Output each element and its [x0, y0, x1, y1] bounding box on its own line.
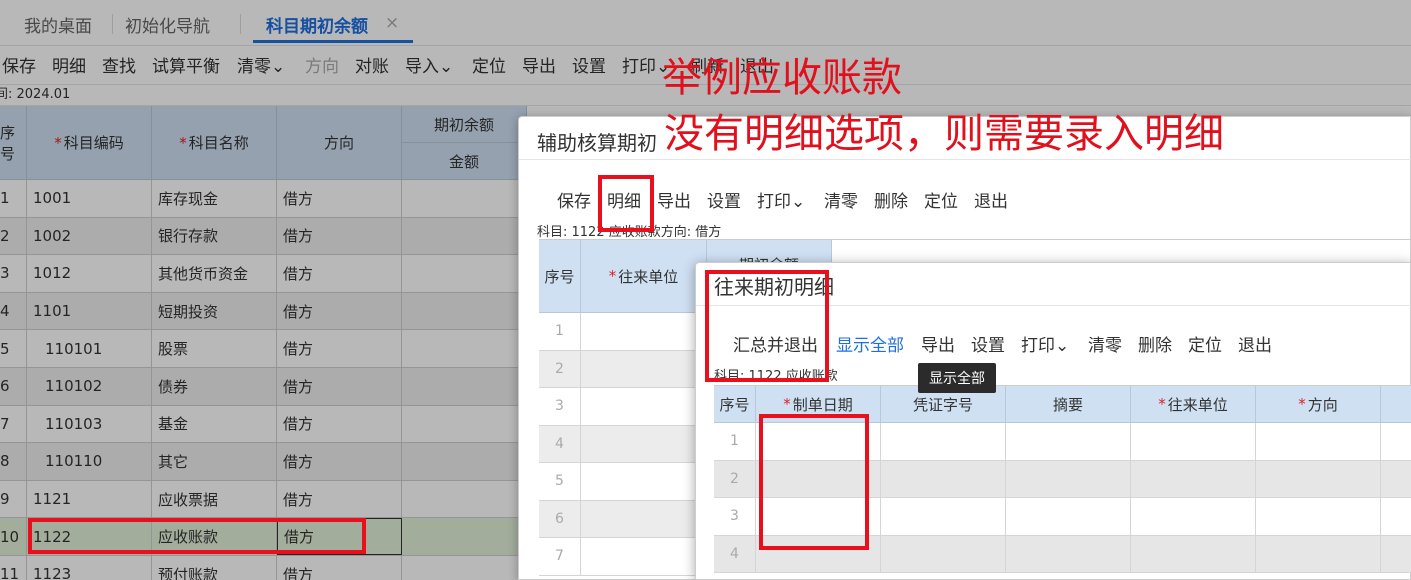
- table-cell[interactable]: [1381, 461, 1411, 498]
- header-summary: 摘要: [1006, 386, 1131, 423]
- table-cell[interactable]: [1006, 460, 1131, 498]
- highlight-box: [28, 518, 366, 554]
- settings-button[interactable]: 设置: [707, 187, 741, 212]
- delete-button[interactable]: 删除: [1138, 331, 1172, 356]
- table-cell[interactable]: [1131, 423, 1256, 460]
- dialog-title: 辅助核算期初: [537, 131, 657, 155]
- row-number: 3: [539, 388, 581, 425]
- table-cell[interactable]: [1381, 498, 1411, 535]
- row-number: 2: [714, 460, 756, 498]
- clear-button[interactable]: 清零: [1088, 331, 1122, 356]
- row-number: 4: [539, 425, 581, 462]
- row-number: 5: [539, 463, 581, 500]
- table-cell[interactable]: [1006, 498, 1131, 535]
- row-number: 7: [539, 538, 581, 575]
- locate-button[interactable]: 定位: [1188, 331, 1222, 356]
- cell-unit[interactable]: [581, 350, 707, 387]
- divider: [519, 159, 1411, 160]
- table-cell[interactable]: [1256, 460, 1381, 498]
- locate-button[interactable]: 定位: [924, 187, 958, 212]
- row-number: 4: [714, 535, 756, 573]
- cell-unit[interactable]: [581, 425, 707, 462]
- exit-button[interactable]: 退出: [1238, 331, 1272, 356]
- settings-button[interactable]: 设置: [971, 331, 1005, 356]
- export-button[interactable]: 导出: [657, 187, 691, 212]
- row-number: 2: [539, 350, 581, 387]
- highlight-box: [598, 175, 654, 232]
- row-number: 3: [714, 498, 756, 535]
- table-cell[interactable]: [1006, 535, 1131, 573]
- annotation-example: 举例应收账款: [662, 55, 902, 101]
- table-cell[interactable]: [1381, 536, 1411, 573]
- table-cell[interactable]: [881, 498, 1006, 535]
- header-extra: [1381, 386, 1411, 423]
- table-cell[interactable]: [1131, 460, 1256, 498]
- delete-button[interactable]: 删除: [874, 187, 908, 212]
- highlight-box: [705, 270, 829, 382]
- cell-unit[interactable]: [581, 538, 707, 575]
- row-number: 1: [539, 313, 581, 350]
- row-number: 6: [539, 500, 581, 537]
- save-button[interactable]: 保存: [557, 187, 591, 212]
- print-dropdown[interactable]: 打印⌄: [757, 187, 805, 212]
- table-cell[interactable]: [1131, 498, 1256, 535]
- highlight-box: [759, 414, 869, 550]
- table-cell[interactable]: [881, 423, 1006, 460]
- header-direction: * 方向: [1256, 386, 1381, 423]
- cell-unit[interactable]: [581, 500, 707, 537]
- table-cell[interactable]: [1006, 423, 1131, 460]
- table-cell[interactable]: [881, 460, 1006, 498]
- export-button[interactable]: 导出: [921, 331, 955, 356]
- table-cell[interactable]: [1256, 535, 1381, 573]
- table-cell[interactable]: [881, 535, 1006, 573]
- print-dropdown[interactable]: 打印⌄: [1021, 331, 1069, 356]
- table-cell[interactable]: [1256, 423, 1381, 460]
- show-all-button[interactable]: 显示全部: [836, 331, 904, 356]
- header-seq: 序号: [539, 240, 581, 313]
- tooltip: 显示全部: [918, 363, 996, 393]
- exit-button[interactable]: 退出: [974, 187, 1008, 212]
- row-number: 1: [714, 423, 756, 460]
- annotation-instruction: 没有明细选项，则需要录入明细: [664, 111, 1224, 157]
- table-cell[interactable]: [1131, 535, 1256, 573]
- clear-button[interactable]: 清零: [824, 187, 858, 212]
- cell-unit[interactable]: [581, 463, 707, 500]
- cell-unit[interactable]: [581, 313, 707, 350]
- header-unit: * 往来单位: [581, 240, 707, 313]
- header-seq: 序号: [714, 386, 756, 423]
- header-unit: * 往来单位: [1131, 386, 1256, 423]
- table-cell[interactable]: [1381, 423, 1411, 460]
- cell-unit[interactable]: [581, 388, 707, 425]
- table-cell[interactable]: [1256, 498, 1381, 535]
